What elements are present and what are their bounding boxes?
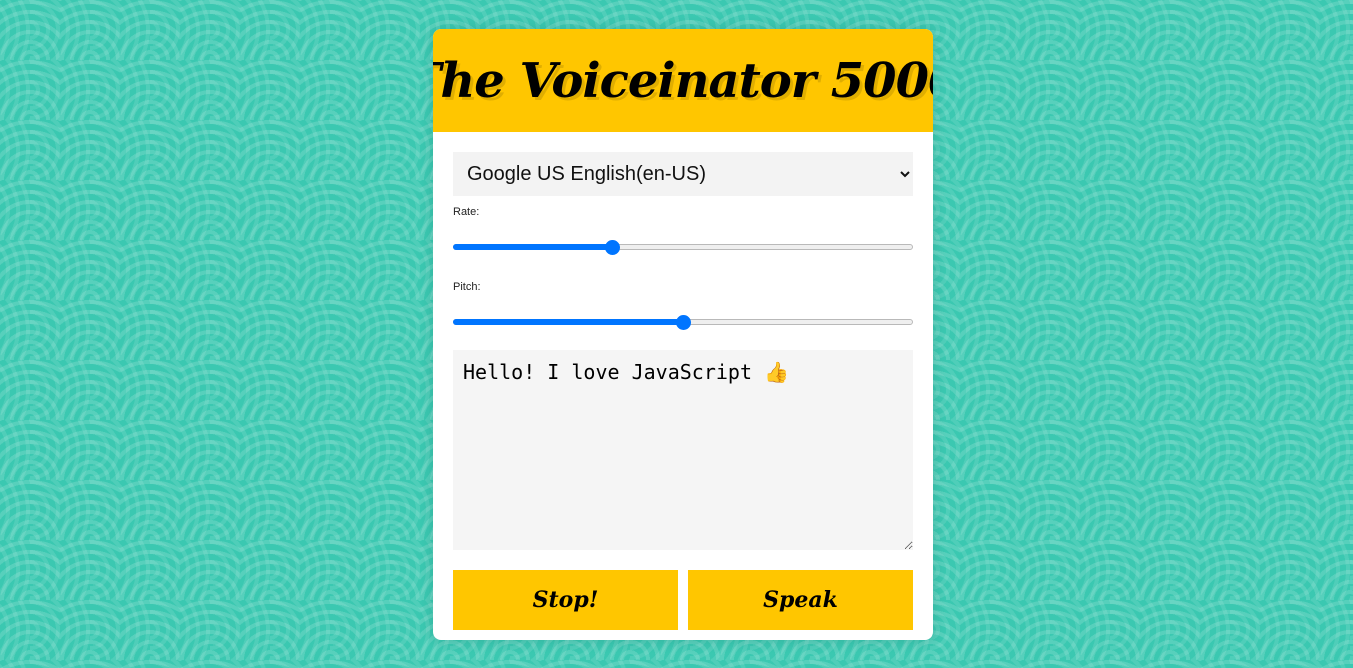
- rate-slider[interactable]: [453, 240, 913, 255]
- speak-button[interactable]: Speak: [688, 570, 913, 630]
- message-textarea[interactable]: Hello! I love JavaScript 👍: [453, 350, 913, 550]
- card-header: The Voiceinator 5000: [433, 29, 933, 132]
- card-body: Google US English(en-US) Rate: Pitch: He…: [433, 132, 933, 630]
- pitch-slider-thumb[interactable]: [676, 315, 691, 330]
- rate-slider-thumb[interactable]: [604, 240, 620, 255]
- pitch-slider[interactable]: [453, 315, 913, 330]
- rate-label: Rate:: [453, 206, 480, 218]
- voice-select[interactable]: Google US English(en-US): [453, 152, 913, 196]
- pitch-label: Pitch:: [453, 281, 481, 293]
- button-row: Stop! Speak: [453, 570, 913, 630]
- pitch-slider-fill: [453, 319, 683, 325]
- page-title: The Voiceinator 5000: [433, 52, 933, 109]
- voiceinator-card: The Voiceinator 5000 Google US English(e…: [433, 29, 933, 640]
- stop-button[interactable]: Stop!: [453, 570, 678, 630]
- rate-slider-fill: [453, 244, 612, 250]
